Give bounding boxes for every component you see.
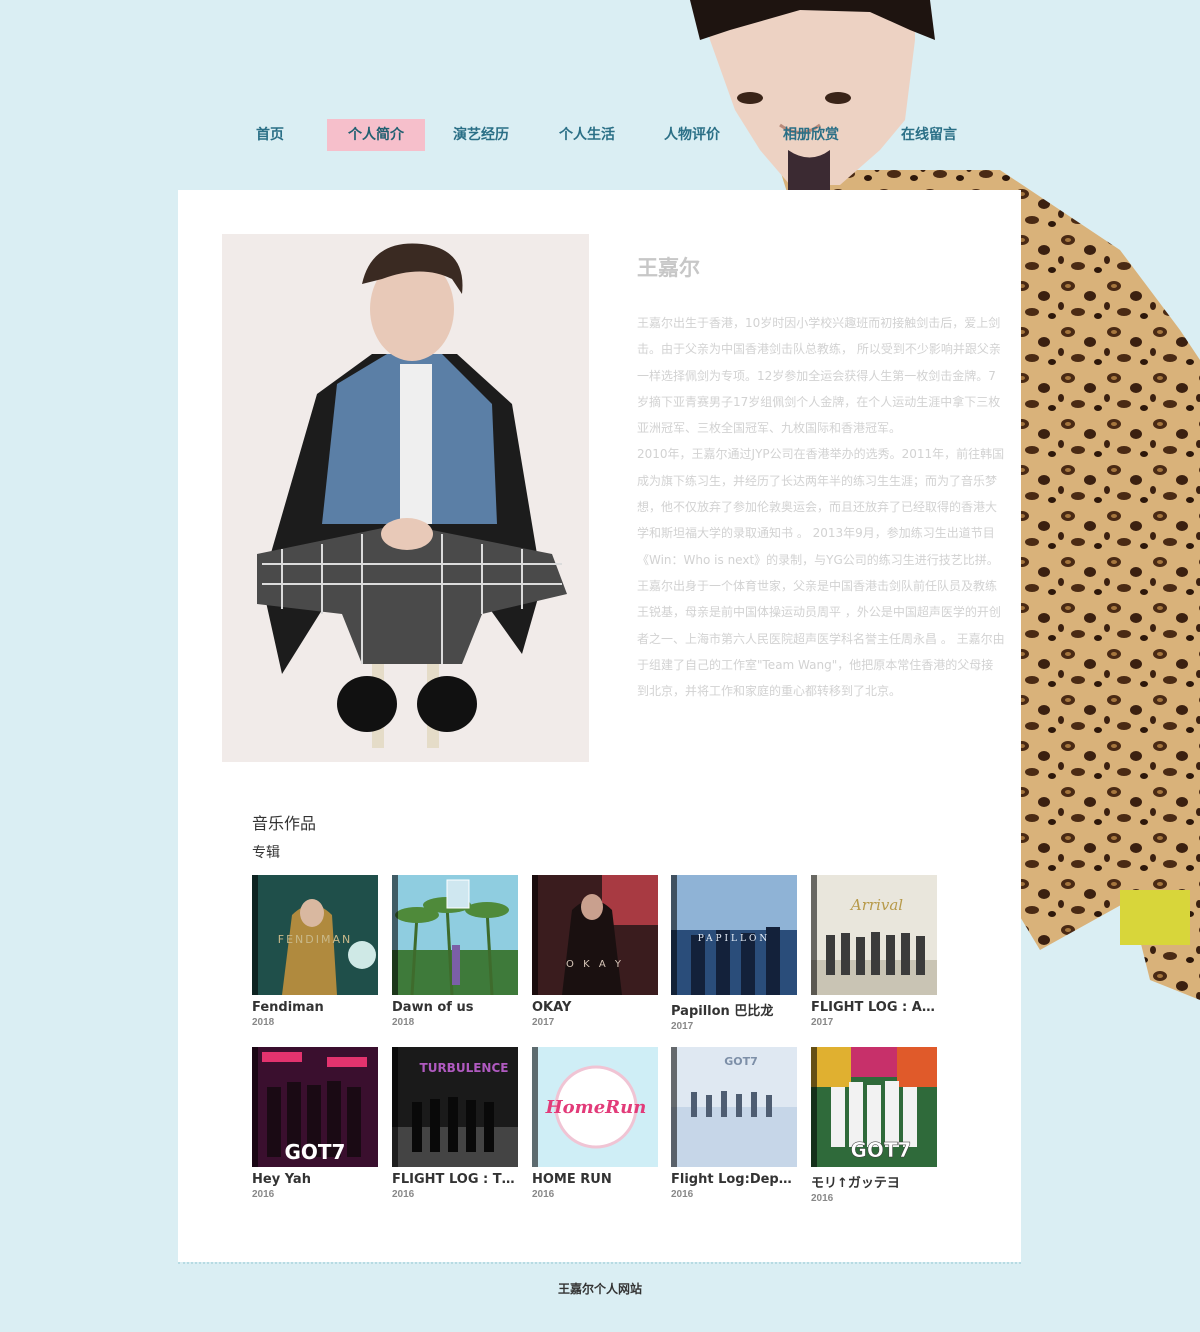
- album-card[interactable]: Dawn of us 2018: [392, 875, 518, 1028]
- album-year: 2016: [392, 1189, 415, 1200]
- album-year: 2017: [671, 1021, 694, 1032]
- album-card[interactable]: FENDIMAN Fendiman 2018: [252, 875, 378, 1028]
- album-card[interactable]: O K A Y OKAY 2017: [532, 875, 658, 1028]
- bio-paragraph: 2010年，王嘉尔通过JYP公司在香港举办的选秀。2011年，前往韩国成为旗下练…: [637, 447, 1005, 567]
- albums-subtitle: 专辑: [252, 845, 280, 861]
- profile-name: 王嘉尔: [637, 256, 700, 280]
- album-cover-image: O K A Y: [532, 875, 658, 995]
- album-title: Flight Log:Depart...: [671, 1172, 797, 1187]
- album-title: Hey Yah: [252, 1172, 311, 1187]
- album-title: HOME RUN: [532, 1172, 612, 1187]
- album-cover-image: TURBULENCE: [392, 1047, 518, 1167]
- album-cover-image: GOT7: [671, 1047, 797, 1167]
- content-card: 王嘉尔 王嘉尔出生于香港，10岁时因小学校兴趣班而初接触剑击后，爱上剑击。由于父…: [178, 190, 1021, 1262]
- album-title: FLIGHT LOG : TUR...: [392, 1172, 518, 1187]
- portrait-image: [222, 234, 589, 762]
- album-year: 2017: [532, 1017, 555, 1028]
- album-year: 2016: [532, 1189, 555, 1200]
- footer-text: 王嘉尔个人网站: [557, 1282, 642, 1296]
- album-cover-image: Arrival: [811, 875, 937, 995]
- album-card[interactable]: HomeRun HOME RUN 2016: [532, 1047, 658, 1200]
- album-title: Papillon 巴比龙: [671, 1004, 774, 1019]
- album-card[interactable]: GOT7 Flight Log:Depart... 2016: [671, 1047, 797, 1200]
- album-cover-image: GOT7: [252, 1047, 378, 1167]
- album-title: OKAY: [532, 1000, 572, 1015]
- card-divider: [178, 1262, 1021, 1264]
- nav-item-home[interactable]: 首页: [218, 119, 322, 151]
- album-title: モリ↑ガッテヨ: [811, 1176, 900, 1191]
- album-year: 2016: [811, 1193, 834, 1204]
- bio-paragraph: 王嘉尔出身于一个体育世家，父亲是中国香港击剑队前任队员及教练王锐基，母亲是前中国…: [637, 578, 1005, 699]
- album-cover-image: [392, 875, 518, 995]
- album-title: FLIGHT LOG : ARR...: [811, 1000, 937, 1015]
- nav-item-life[interactable]: 个人生活: [535, 119, 639, 151]
- album-cover-image: GOT7: [811, 1047, 937, 1167]
- svg-text:TURBULENCE: TURBULENCE: [420, 1061, 509, 1075]
- svg-text:GOT7: GOT7: [851, 1138, 912, 1162]
- album-card[interactable]: Arrival FLIGHT LOG : ARR... 2017: [811, 875, 937, 1028]
- album-card[interactable]: GOT7 モリ↑ガッテヨ 2016: [811, 1047, 937, 1204]
- album-card[interactable]: GOT7 Hey Yah 2016: [252, 1047, 378, 1200]
- album-year: 2018: [392, 1017, 415, 1028]
- nav-item-gallery[interactable]: 相册欣赏: [759, 119, 863, 151]
- nav-item-guestbook[interactable]: 在线留言: [877, 119, 981, 151]
- album-title: Dawn of us: [392, 1000, 474, 1015]
- nav-item-reviews[interactable]: 人物评价: [640, 119, 744, 151]
- album-card[interactable]: TURBULENCE FLIGHT LOG : TUR... 2016: [392, 1047, 518, 1200]
- svg-text:Arrival: Arrival: [849, 896, 903, 914]
- album-cover-image: PAPILLON: [671, 875, 797, 995]
- album-year: 2018: [252, 1017, 275, 1028]
- album-year: 2016: [671, 1189, 694, 1200]
- svg-text:HomeRun: HomeRun: [545, 1097, 647, 1118]
- nav-item-career[interactable]: 演艺经历: [429, 119, 533, 151]
- svg-text:GOT7: GOT7: [285, 1140, 346, 1164]
- bio-paragraph: 王嘉尔出生于香港，10岁时因小学校兴趣班而初接触剑击后，爱上剑击。由于父亲为中国…: [637, 316, 1001, 436]
- svg-text:O K A Y: O K A Y: [566, 959, 624, 970]
- album-year: 2017: [811, 1017, 834, 1028]
- svg-text:PAPILLON: PAPILLON: [698, 934, 771, 944]
- profile-bio: 王嘉尔出生于香港，10岁时因小学校兴趣班而初接触剑击后，爱上剑击。由于父亲为中国…: [637, 310, 1005, 704]
- nav-item-profile[interactable]: 个人简介: [327, 119, 425, 151]
- music-section-title: 音乐作品: [252, 814, 317, 833]
- svg-text:GOT7: GOT7: [724, 1055, 758, 1068]
- album-cover-image: HomeRun: [532, 1047, 658, 1167]
- album-year: 2016: [252, 1189, 275, 1200]
- album-cover-image: FENDIMAN: [252, 875, 378, 995]
- album-title: Fendiman: [252, 1000, 324, 1015]
- album-card[interactable]: PAPILLON Papillon 巴比龙 2017: [671, 875, 797, 1032]
- svg-text:FENDIMAN: FENDIMAN: [278, 933, 352, 946]
